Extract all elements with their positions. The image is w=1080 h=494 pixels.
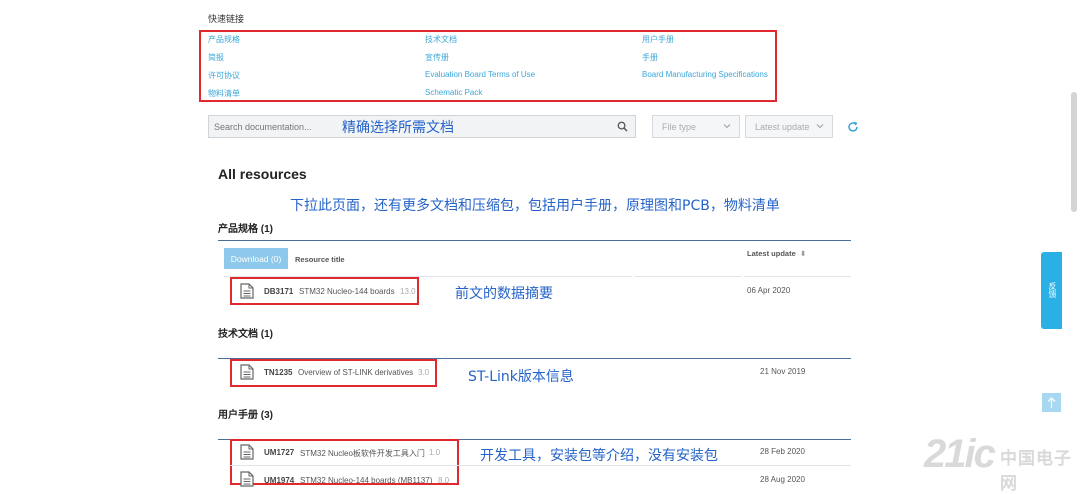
section-title-tech-docs: 技术文档 (1) [218, 329, 273, 340]
resource-code[interactable]: UM1974 [264, 476, 294, 485]
annotation-stlink: ST-Link版本信息 [468, 369, 574, 385]
annotation-search: 精确选择所需文档 [342, 120, 454, 136]
resource-code[interactable]: TN1235 [264, 368, 292, 377]
watermark-site: 中国电子网 [1000, 449, 1072, 493]
latest-update-label: Latest update [755, 122, 810, 132]
page-scrollbar[interactable] [1071, 92, 1077, 212]
quick-link-brief[interactable]: 简报 [208, 52, 224, 63]
annotation-datasheet: 前文的数据摘要 [455, 286, 553, 302]
resource-version: 1.0 [429, 448, 441, 457]
quick-link-board-manufacturing[interactable]: Board Manufacturing Specifications [642, 70, 768, 79]
quick-links-highlight-box [199, 30, 777, 102]
quick-link-handbook[interactable]: 手册 [642, 52, 658, 63]
header-divider [744, 276, 851, 277]
resource-date: 28 Aug 2020 [760, 475, 805, 484]
resource-date: 21 Nov 2019 [760, 367, 806, 376]
table-row[interactable] [240, 444, 254, 465]
resource-code[interactable]: DB3171 [264, 287, 293, 296]
latest-update-dropdown[interactable]: Latest update [745, 115, 833, 138]
col-header-latest-update[interactable]: Latest update ⬍ [747, 249, 806, 258]
quick-link-product-spec[interactable]: 产品规格 [208, 34, 240, 45]
col-header-resource-title-label: Resource title [295, 255, 345, 264]
download-button[interactable]: Download (0) [224, 248, 288, 269]
watermark-logo: 21ic [924, 432, 996, 476]
annotation-devtools: 开发工具，安装包等介绍，没有安装包 [480, 448, 718, 464]
back-to-top-button[interactable] [1042, 393, 1061, 412]
chevron-down-icon [723, 124, 731, 129]
annotation-scroll: 下拉此页面，还有更多文档和压缩包，包括用户手册，原理图和PCB，物料清单 [290, 198, 780, 214]
col-header-resource-title[interactable]: Resource title [295, 255, 345, 264]
section-divider [218, 240, 851, 241]
col-header-latest-update-label: Latest update [747, 249, 796, 258]
file-type-label: File type [662, 122, 697, 132]
document-icon [240, 364, 254, 380]
table-row[interactable] [240, 471, 254, 492]
quick-link-tech-docs[interactable]: 技术文档 [425, 34, 457, 45]
resource-title[interactable]: STM32 Nucleo板软件开发工具入门 [300, 448, 425, 459]
quick-link-user-manual[interactable]: 用户手册 [642, 34, 674, 45]
resource-version: 3.0 [418, 368, 430, 377]
header-divider [634, 276, 742, 277]
resource-version: 13.0 [400, 287, 416, 296]
search-icon[interactable] [617, 121, 628, 132]
resource-title[interactable]: Overview of ST-LINK derivatives [298, 368, 413, 377]
row-divider [230, 465, 851, 466]
resource-date: 28 Feb 2020 [760, 447, 805, 456]
refresh-icon[interactable] [847, 121, 859, 133]
arrow-up-icon [1047, 397, 1056, 408]
document-icon [240, 444, 254, 460]
quick-link-brochure[interactable]: 宣传册 [425, 52, 449, 63]
quick-link-bom[interactable]: 物料清单 [208, 88, 240, 99]
resource-date: 06 Apr 2020 [747, 286, 791, 295]
file-type-dropdown[interactable]: File type [652, 115, 740, 138]
resource-code[interactable]: UM1727 [264, 448, 294, 457]
sort-icon: ⬍ [797, 249, 807, 258]
all-resources-heading: All resources [218, 166, 307, 182]
quick-link-schematic-pack[interactable]: Schematic Pack [425, 88, 482, 97]
feedback-button[interactable]: 反馈 [1041, 252, 1062, 329]
resource-title[interactable]: STM32 Nucleo-144 boards [299, 287, 395, 296]
feedback-label: 反馈 [1048, 282, 1057, 298]
quick-link-license[interactable]: 许可协议 [208, 70, 240, 81]
section-title-product-spec: 产品规格 (1) [218, 224, 273, 235]
table-row[interactable] [240, 364, 254, 385]
quick-links-title: 快速链接 [208, 14, 245, 24]
chevron-down-icon [816, 124, 824, 129]
document-icon [240, 283, 254, 299]
section-title-user-manual: 用户手册 (3) [218, 410, 273, 421]
table-row[interactable] [240, 283, 254, 304]
quick-link-eval-terms[interactable]: Evaluation Board Terms of Use [425, 70, 535, 79]
resource-version: 8.0 [438, 476, 450, 485]
resource-title[interactable]: STM32 Nucleo-144 boards (MB1137) [300, 476, 432, 485]
